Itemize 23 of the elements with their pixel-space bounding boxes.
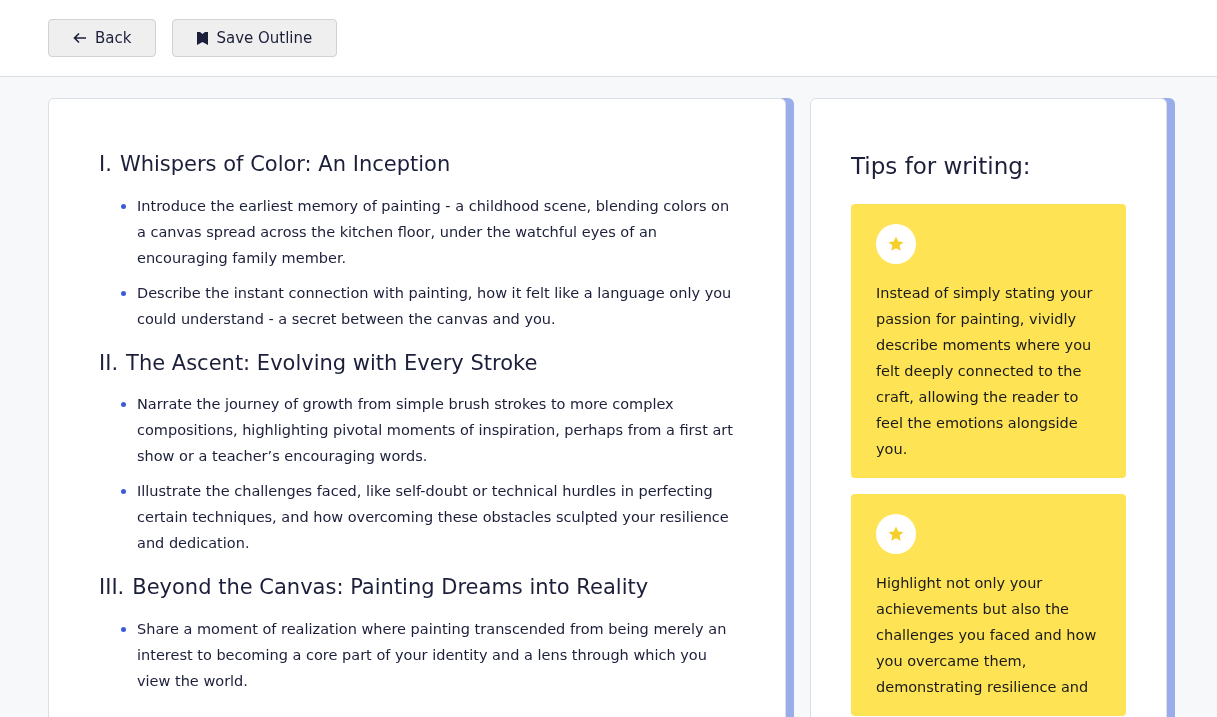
outline-point: Share a moment of realization where painting transcended from being merely an interest to becoming a core part of your identity and a lens through which you view the world. bbox=[137, 619, 728, 691]
bullet-icon bbox=[121, 402, 126, 407]
back-button[interactable]: Back bbox=[48, 19, 157, 57]
section-heading: The Ascent: Evolving with Every Stroke bbox=[126, 349, 538, 377]
outline-point: Narrate the journey of growth from simple brush strokes to more complex compositions, highlighting pivotal moments of inspiration, perhaps from a first art show or a teacher’s encouraging words. bbox=[137, 395, 734, 466]
section-numeral: III. bbox=[99, 574, 125, 601]
arrow-left-icon bbox=[73, 32, 87, 44]
section-heading: Beyond the Canvas: Painting Dreams into Reality bbox=[132, 574, 649, 601]
bullet-icon bbox=[121, 203, 126, 209]
bullet-icon bbox=[121, 626, 126, 632]
bookmark-icon bbox=[197, 31, 209, 45]
section-numeral: I. bbox=[99, 151, 112, 178]
bullet-icon bbox=[121, 489, 126, 494]
tip-text: Highlight not only your achievements but also the challenges you faced and how you overcame them, demonstrating resilience and bbox=[876, 573, 1098, 697]
bullet-icon bbox=[121, 290, 126, 296]
section-numeral: II. bbox=[99, 349, 119, 377]
section-heading: Whispers of Color: An Inception bbox=[119, 151, 451, 178]
outline-point: Describe the instant connection with painting, how it felt like a language only you could understand - a secret between the canvas and you. bbox=[137, 283, 733, 329]
outline-point: Illustrate the challenges faced, like self-doubt or technical hurdles in perfecting certain techniques, and how overcoming these obstacles sculpted your resilience and dedication. bbox=[137, 482, 730, 553]
save-button[interactable]: Save Outline bbox=[172, 19, 338, 57]
tips-heading: Tips for writing: bbox=[851, 152, 1032, 181]
outline-point: Introduce the earliest memory of painting - a childhood scene, blending colors on a canvas spread across the kitchen floor, under the watchful eyes of an encouraging family member. bbox=[137, 196, 731, 268]
tip-text: Instead of simply stating your passion for painting, vividly describe moments where you felt deeply connected to the craft, allowing the reader to feel the emotions alongside you. bbox=[876, 283, 1094, 459]
